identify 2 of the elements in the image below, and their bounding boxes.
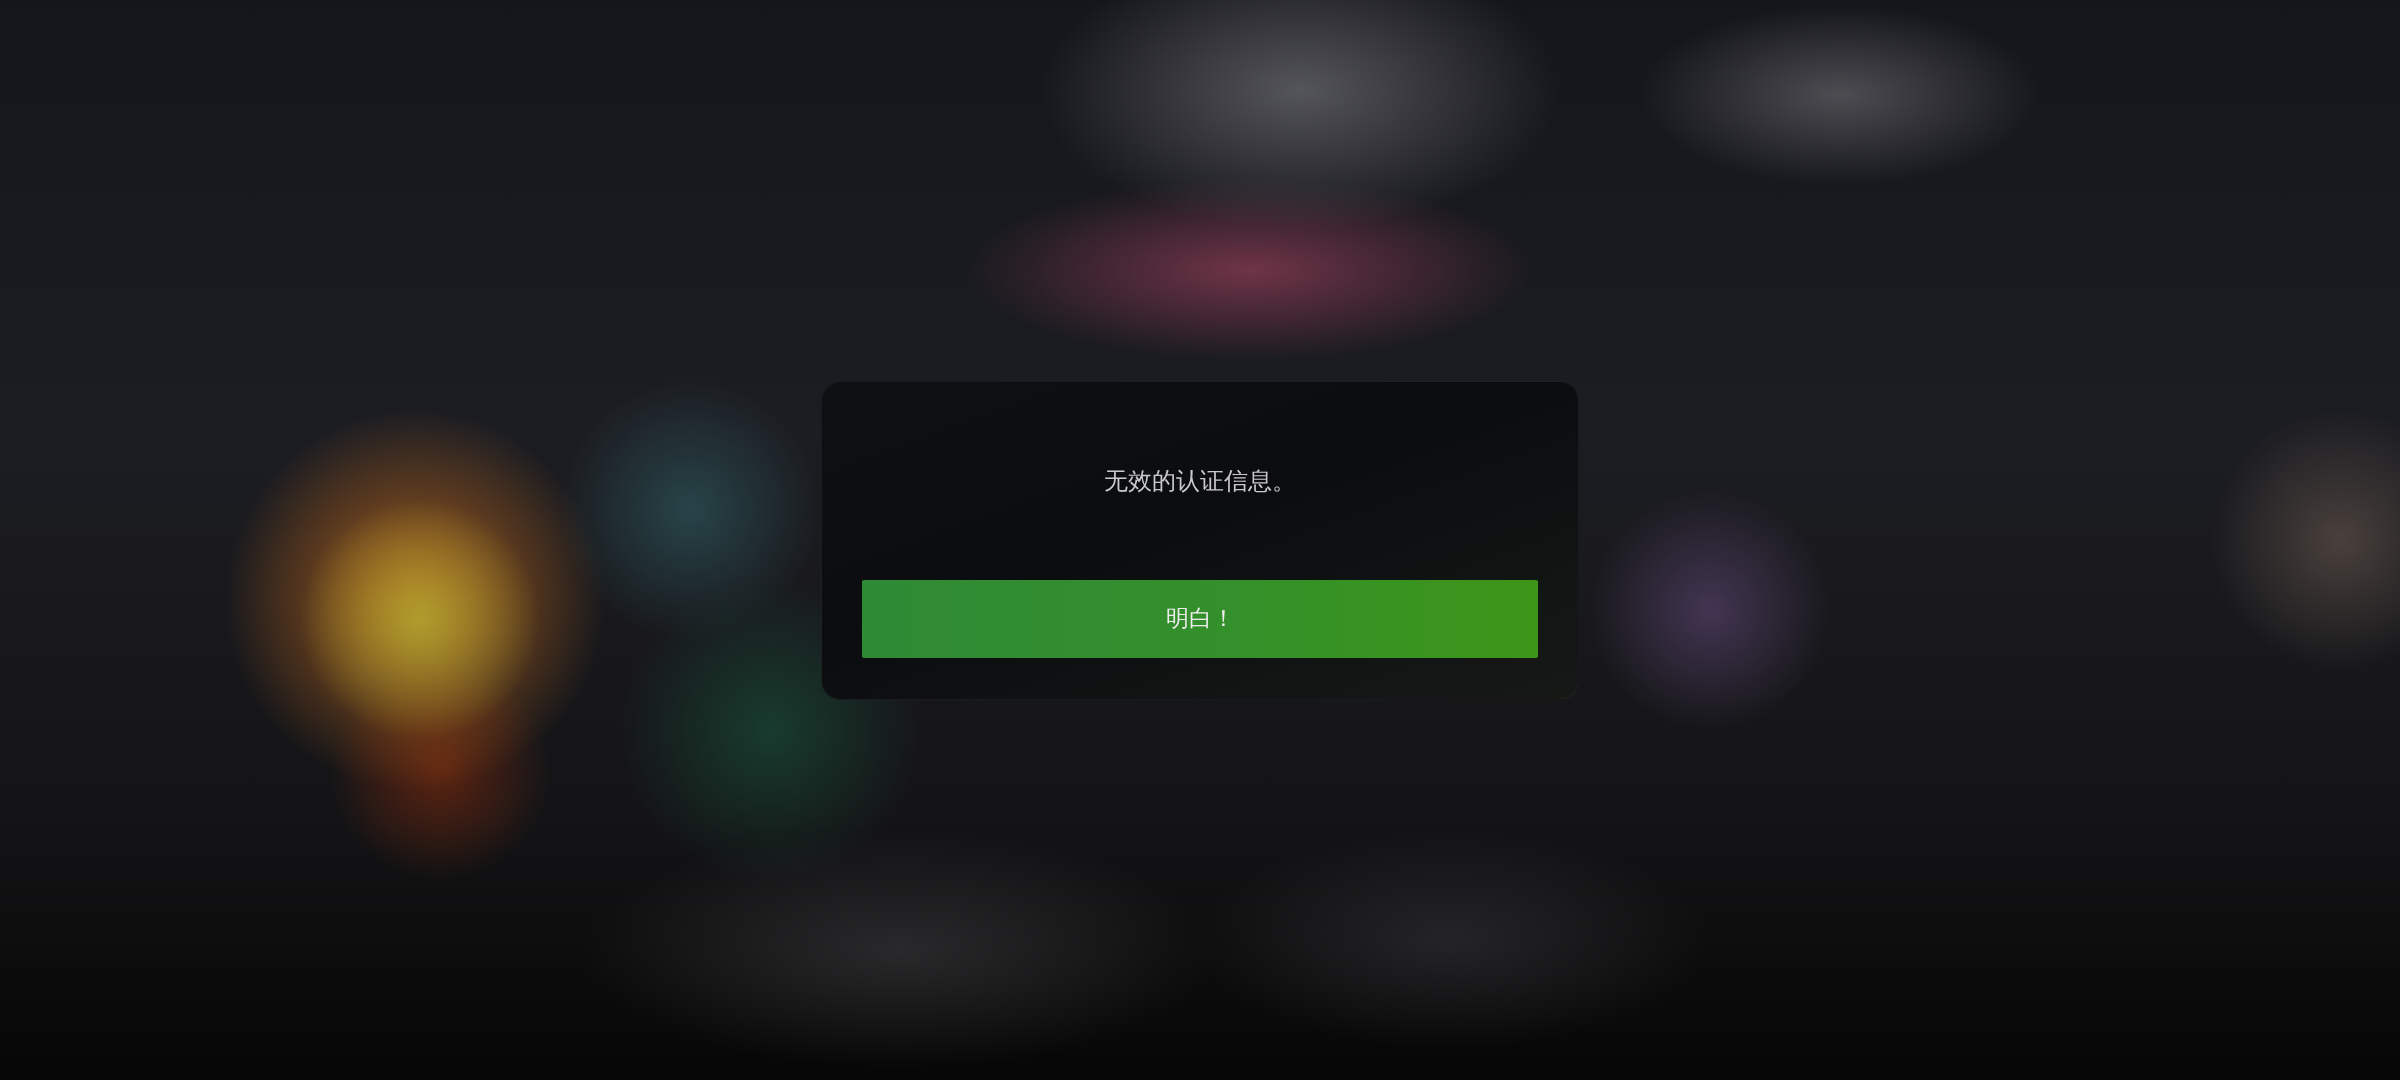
error-message: 无效的认证信息。 [1104, 465, 1296, 496]
confirm-button[interactable]: 明白！ [862, 579, 1538, 658]
